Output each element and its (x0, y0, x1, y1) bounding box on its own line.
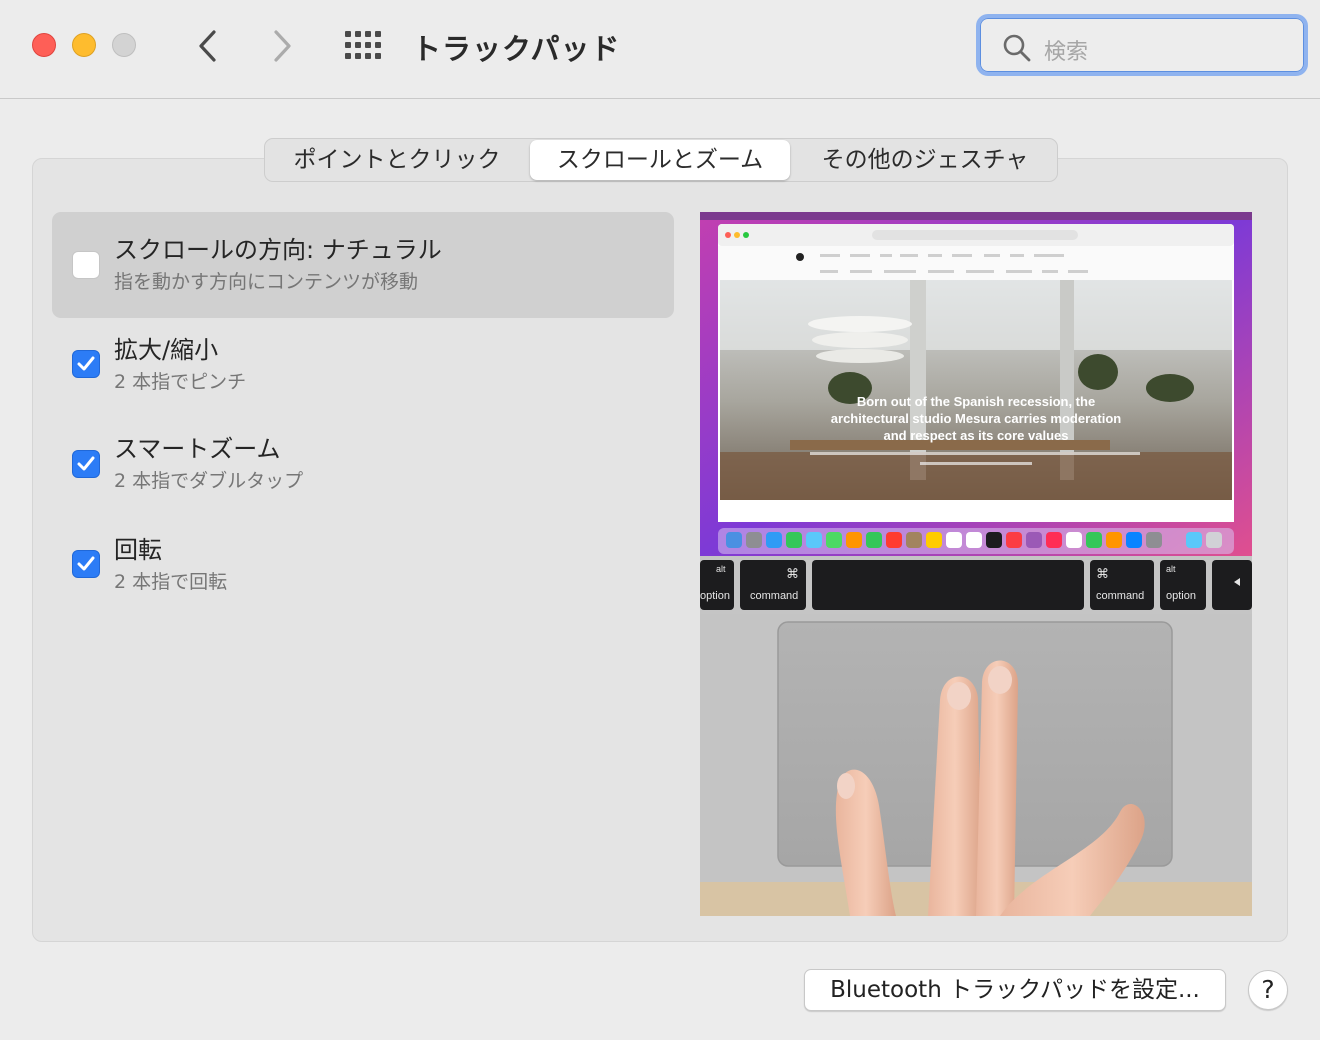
key-alt-right: alt (1166, 564, 1176, 574)
option-description: 2 本指でピンチ (114, 371, 247, 393)
smart-zoom-checkbox[interactable] (72, 450, 100, 478)
key-option-right: option (1166, 590, 1196, 602)
checkmark-icon (77, 456, 95, 471)
option-label: 回転 (114, 536, 162, 564)
search-field[interactable]: 検索 (976, 14, 1308, 76)
grid-icon (345, 31, 381, 59)
option-zoom[interactable]: 拡大/縮小 2 本指でピンチ (52, 320, 674, 410)
key-cmd-symbol-left: ⌘ (786, 566, 799, 581)
gesture-preview-image: Born out of the Spanish recession, the a… (700, 212, 1252, 916)
option-scroll-direction[interactable]: スクロールの方向: ナチュラル 指を動かす方向にコンテンツが移動 (52, 212, 674, 318)
search-placeholder: 検索 (1044, 40, 1089, 65)
title-bar: トラックパッド 検索 (0, 0, 1320, 99)
preview-headline-line-2: architectural studio Mesura carries mode… (831, 411, 1121, 426)
option-description: 2 本指で回転 (114, 571, 228, 593)
setup-bluetooth-trackpad-button[interactable]: Bluetooth トラックパッドを設定... (804, 969, 1226, 1011)
close-button[interactable] (32, 33, 56, 57)
checkmark-icon (77, 556, 95, 571)
option-description: 指を動かす方向にコンテンツが移動 (114, 271, 419, 293)
back-button[interactable] (188, 24, 228, 68)
zoom-button[interactable] (112, 33, 136, 57)
key-option-left: option (700, 590, 730, 602)
preview-headline-line-1: Born out of the Spanish recession, the (857, 394, 1095, 409)
help-button[interactable]: ? (1248, 970, 1288, 1010)
option-rotate[interactable]: 回転 2 本指で回転 (52, 520, 674, 610)
key-command-right: command (1096, 590, 1144, 602)
zoom-checkbox[interactable] (72, 350, 100, 378)
forward-button[interactable] (262, 24, 302, 68)
preview-illustration: Born out of the Spanish recession, the a… (700, 212, 1252, 916)
search-icon (1003, 34, 1031, 62)
chevron-left-icon (199, 30, 216, 62)
key-alt-left: alt (716, 564, 726, 574)
tab-scroll-and-zoom[interactable]: スクロールとズーム (530, 140, 790, 180)
key-cmd-symbol-right: ⌘ (1096, 566, 1109, 581)
option-smart-zoom[interactable]: スマートズーム 2 本指でダブルタップ (52, 420, 674, 510)
show-all-button[interactable] (344, 30, 382, 60)
option-label: 拡大/縮小 (114, 336, 219, 364)
option-description: 2 本指でダブルタップ (114, 470, 304, 492)
chevron-right-icon (274, 30, 291, 62)
option-label: スクロールの方向: ナチュラル (114, 236, 442, 264)
option-label: スマートズーム (114, 435, 281, 463)
checkmark-icon (77, 356, 95, 371)
window-title: トラックパッド (412, 32, 621, 66)
tab-more-gestures[interactable]: その他のジェスチャ (793, 140, 1057, 180)
key-command-left: command (750, 590, 798, 602)
tab-bar: ポイントとクリック スクロールとズーム その他のジェスチャ (264, 138, 1058, 182)
rotate-checkbox[interactable] (72, 550, 100, 578)
scroll-direction-checkbox[interactable] (72, 251, 100, 279)
minimize-button[interactable] (72, 33, 96, 57)
dock-icons (726, 532, 1222, 548)
tab-point-and-click[interactable]: ポイントとクリック (265, 140, 529, 180)
preview-headline-line-3: and respect as its core values (884, 428, 1069, 443)
